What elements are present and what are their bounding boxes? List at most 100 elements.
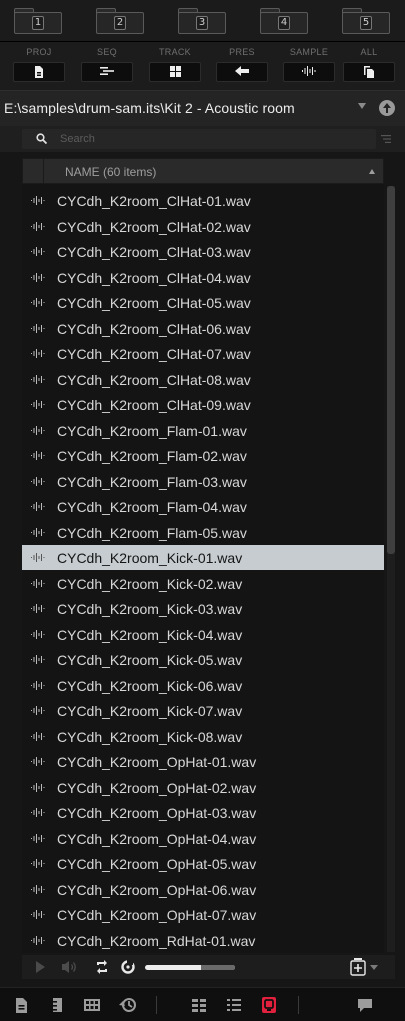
filter-label: SEQ — [97, 47, 117, 57]
filter-options-icon[interactable] — [381, 134, 391, 144]
filter-all-button[interactable] — [343, 62, 395, 82]
preset-icon — [235, 66, 249, 76]
file-row[interactable]: CYCdh_K2room_ClHat-07.wav — [22, 341, 384, 366]
folder-up-icon[interactable] — [379, 100, 395, 116]
file-row[interactable]: CYCdh_K2room_Flam-03.wav — [22, 469, 384, 494]
file-row[interactable]: CYCdh_K2room_Flam-01.wav — [22, 418, 384, 443]
filter-track[interactable]: TRACK — [149, 46, 201, 86]
file-row[interactable]: CYCdh_K2room_ClHat-01.wav — [22, 188, 384, 213]
file-row[interactable]: CYCdh_K2room_ClHat-03.wav — [22, 239, 384, 264]
file-row[interactable]: CYCdh_K2room_Kick-03.wav — [22, 596, 384, 621]
file-name: CYCdh_K2room_ClHat-05.wav — [57, 295, 251, 311]
waveform-icon — [31, 935, 45, 945]
document-icon[interactable] — [12, 996, 30, 1014]
speaker-icon[interactable] — [62, 960, 78, 974]
file-name: CYCdh_K2room_Kick-05.wav — [57, 652, 243, 668]
filter-pres[interactable]: PRES — [216, 46, 268, 86]
filter-proj[interactable]: PROJ — [13, 46, 65, 86]
filter-pres-button[interactable] — [216, 62, 268, 82]
file-row[interactable]: CYCdh_K2room_ClHat-08.wav — [22, 367, 384, 392]
file-list: CYCdh_K2room_ClHat-01.wav CYCdh_K2room_Cl… — [22, 184, 384, 953]
file-name: CYCdh_K2room_Flam-01.wav — [57, 422, 247, 439]
add-dropdown-icon[interactable] — [370, 965, 378, 970]
auto-preview-icon[interactable] — [121, 960, 135, 974]
scrollbar-thumb[interactable] — [387, 186, 395, 554]
folder-tab-5[interactable]: 5 — [342, 8, 390, 34]
file-name: CYCdh_K2room_Flam-02.wav — [57, 448, 247, 464]
play-icon[interactable] — [36, 961, 45, 973]
file-row[interactable]: CYCdh_K2room_Kick-02.wav — [22, 571, 384, 596]
details-view-icon[interactable] — [225, 996, 243, 1014]
current-path[interactable]: E:\samples\drum-sam.its\Kit 2 - Acoustic… — [4, 100, 295, 116]
add-to-project-icon[interactable] — [350, 958, 366, 976]
folder-number: 5 — [360, 16, 372, 30]
file-row[interactable]: CYCdh_K2room_ClHat-04.wav — [22, 265, 384, 290]
folder-tab-4[interactable]: 4 — [260, 8, 308, 34]
sequence-icon — [100, 67, 114, 75]
file-row[interactable]: CYCdh_K2room_OpHat-06.wav — [22, 877, 384, 902]
file-row[interactable]: CYCdh_K2room_OpHat-04.wav — [22, 826, 384, 851]
file-name: CYCdh_K2room_Flam-03.wav — [57, 473, 247, 490]
file-name: CYCdh_K2room_OpHat-04.wav — [57, 830, 257, 847]
filter-label: TRACK — [158, 47, 191, 57]
header-divider — [43, 159, 44, 183]
browser-active-icon[interactable] — [260, 996, 278, 1014]
file-row[interactable]: CYCdh_K2room_OpHat-05.wav — [22, 851, 384, 876]
waveform-icon — [31, 706, 45, 715]
file-row[interactable]: CYCdh_K2room_Kick-08.wav — [22, 724, 384, 749]
file-name: CYCdh_K2room_ClHat-03.wav — [57, 244, 251, 260]
search-icon — [36, 133, 47, 144]
loop-icon[interactable] — [95, 959, 109, 975]
file-name: CYCdh_K2room_OpHat-07.wav — [57, 907, 257, 923]
filter-seq[interactable]: SEQ — [81, 46, 133, 86]
filter-all[interactable]: ALL — [343, 46, 395, 86]
folder-tab-3[interactable]: 3 — [178, 8, 226, 34]
folder-tab-1[interactable]: 1 — [14, 8, 62, 34]
filter-seq-button[interactable] — [81, 62, 133, 82]
file-row[interactable]: CYCdh_K2room_ClHat-09.wav — [22, 392, 384, 417]
file-row[interactable]: CYCdh_K2room_Flam-04.wav — [22, 494, 384, 519]
file-row[interactable]: CYCdh_K2room_OpHat-01.wav — [22, 749, 384, 774]
track-icon — [169, 66, 181, 77]
file-name: CYCdh_K2room_OpHat-05.wav — [57, 856, 257, 872]
filter-sample[interactable]: SAMPLE — [283, 46, 335, 86]
file-name: CYCdh_K2room_Kick-04.wav — [57, 626, 243, 643]
file-name: CYCdh_K2room_ClHat-09.wav — [57, 397, 251, 413]
folder-tabs: 1 2 3 4 5 — [0, 0, 405, 42]
filter-label: ALL — [360, 47, 378, 57]
file-row[interactable]: CYCdh_K2room_ClHat-02.wav — [22, 214, 384, 239]
waveform-icon — [31, 910, 45, 919]
file-row[interactable]: CYCdh_K2room_ClHat-06.wav — [22, 316, 384, 341]
filter-sample-button[interactable] — [283, 62, 335, 82]
channel-strip-icon[interactable] — [48, 996, 66, 1014]
file-row[interactable]: CYCdh_K2room_Kick-05.wav — [22, 647, 384, 672]
preview-volume-remaining — [201, 965, 235, 970]
folder-number: 3 — [196, 16, 208, 30]
sort-ascending-icon[interactable] — [369, 169, 375, 174]
file-row[interactable]: CYCdh_K2room_Kick-01.wav — [22, 545, 384, 570]
grid-editor-icon[interactable] — [83, 996, 101, 1014]
filter-proj-button[interactable] — [13, 62, 65, 82]
file-name: CYCdh_K2room_Kick-06.wav — [57, 677, 243, 694]
comment-icon[interactable] — [356, 996, 374, 1014]
file-row[interactable]: CYCdh_K2room_OpHat-03.wav — [22, 800, 384, 825]
file-row[interactable]: CYCdh_K2room_Kick-06.wav — [22, 673, 384, 698]
file-row[interactable]: CYCdh_K2room_Flam-05.wav — [22, 520, 384, 545]
file-row[interactable]: CYCdh_K2room_Kick-04.wav — [22, 622, 384, 647]
file-row[interactable]: CYCdh_K2room_ClHat-05.wav — [22, 290, 384, 315]
folder-tab-2[interactable]: 2 — [96, 8, 144, 34]
file-row[interactable]: CYCdh_K2room_RdHat-01.wav — [22, 928, 384, 953]
toolbar-divider — [298, 996, 299, 1014]
search-input[interactable] — [60, 130, 360, 148]
file-row[interactable]: CYCdh_K2room_OpHat-07.wav — [22, 902, 384, 927]
list-view-icon[interactable] — [190, 996, 208, 1014]
file-row[interactable]: CYCdh_K2room_Kick-07.wav — [22, 698, 384, 723]
file-row[interactable]: CYCdh_K2room_OpHat-02.wav — [22, 775, 384, 800]
history-icon[interactable] — [119, 996, 137, 1014]
filter-track-button[interactable] — [149, 62, 201, 82]
file-name: CYCdh_K2room_Flam-04.wav — [57, 499, 247, 515]
preview-bar — [22, 955, 395, 979]
file-row[interactable]: CYCdh_K2room_Flam-02.wav — [22, 443, 384, 468]
name-column-header[interactable]: NAME (60 items) — [65, 165, 156, 179]
path-dropdown-icon[interactable] — [358, 103, 366, 109]
